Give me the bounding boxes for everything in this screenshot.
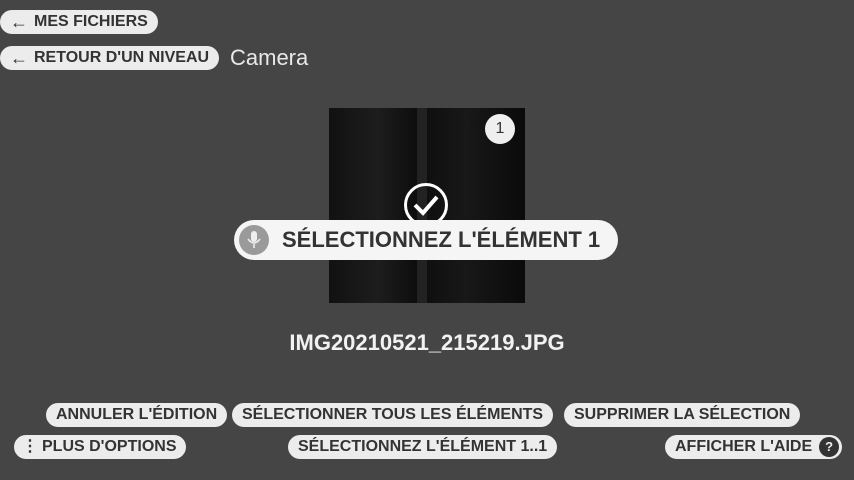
- select-range-button[interactable]: SÉLECTIONNEZ L'ÉLÉMENT 1..1: [288, 435, 558, 459]
- file-name: IMG20210521_215219.JPG: [289, 330, 565, 355]
- folder-title: Camera: [230, 45, 309, 70]
- back-one-level-button[interactable]: ← RETOUR D'UN NIVEAU: [0, 46, 220, 70]
- question-mark-icon: ?: [819, 437, 840, 457]
- cancel-edit-label: ANNULER L'ÉDITION: [56, 406, 218, 423]
- cancel-edit-button[interactable]: ANNULER L'ÉDITION: [46, 403, 228, 427]
- more-options-label: PLUS D'OPTIONS: [42, 438, 177, 455]
- my-files-label: MES FICHIERS: [34, 13, 148, 30]
- select-all-label: SÉLECTIONNER TOUS LES ÉLÉMENTS: [242, 406, 544, 423]
- delete-selection-button[interactable]: SUPPRIMER LA SÉLECTION: [564, 403, 801, 427]
- arrow-left-icon: ←: [10, 12, 28, 32]
- voice-command-prompt: SÉLECTIONNEZ L'ÉLÉMENT 1: [234, 220, 618, 260]
- microphone-icon: [239, 225, 269, 255]
- show-help-label: AFFICHER L'AIDE: [675, 438, 813, 455]
- vertical-dots-icon: ⋮: [22, 438, 38, 455]
- show-help-button[interactable]: AFFICHER L'AIDE ?: [665, 435, 843, 459]
- my-files-button[interactable]: ← MES FICHIERS: [0, 10, 158, 34]
- back-one-level-label: RETOUR D'UN NIVEAU: [34, 49, 210, 66]
- voice-prompt-text: SÉLECTIONNEZ L'ÉLÉMENT 1: [282, 227, 601, 252]
- select-all-button[interactable]: SÉLECTIONNER TOUS LES ÉLÉMENTS: [232, 403, 554, 427]
- more-options-button[interactable]: ⋮ PLUS D'OPTIONS: [14, 435, 187, 459]
- select-range-label: SÉLECTIONNEZ L'ÉLÉMENT 1..1: [298, 438, 548, 455]
- arrow-left-icon: ←: [10, 48, 28, 68]
- item-number-badge: 1: [485, 114, 515, 144]
- delete-selection-label: SUPPRIMER LA SÉLECTION: [574, 406, 791, 423]
